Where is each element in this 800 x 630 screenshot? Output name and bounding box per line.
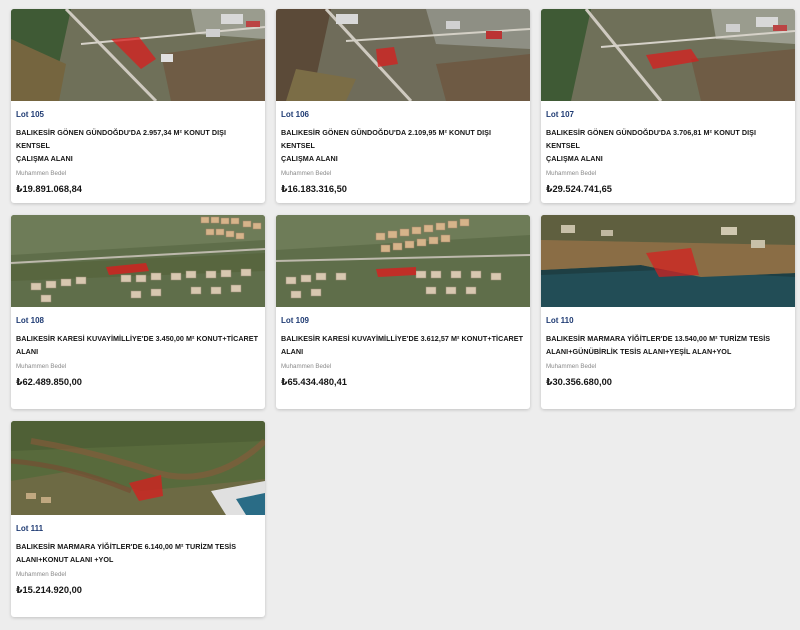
lot-number: Lot 105 <box>16 110 45 119</box>
lot-price: ₺15.214.920,00 <box>16 585 82 595</box>
lot-image[interactable] <box>11 421 265 515</box>
lot-grid: Lot 105 BALIKESİR GÖNEN GÜNDOĞDU'DA 2.95… <box>0 0 800 630</box>
price-label: Muhammen Bedel <box>281 170 332 177</box>
price-label: Muhammen Bedel <box>16 571 67 578</box>
lot-image[interactable] <box>276 215 530 307</box>
lot-number: Lot 106 <box>281 110 310 119</box>
lot-card-106[interactable]: Lot 106 BALIKESİR GÖNEN GÜNDOĞDU'DA 2.10… <box>276 9 530 203</box>
lot-number: Lot 108 <box>16 316 45 325</box>
price-label: Muhammen Bedel <box>16 170 67 177</box>
lot-title: BALIKESİR GÖNEN GÜNDOĞDU'DA 3.706,81 M² … <box>546 128 757 163</box>
price-label: Muhammen Bedel <box>16 363 67 370</box>
lot-card-107[interactable]: Lot 107 BALIKESİR GÖNEN GÜNDOĞDU'DA 3.70… <box>541 9 795 203</box>
lot-image[interactable] <box>11 215 265 307</box>
price-label: Muhammen Bedel <box>281 363 332 370</box>
lot-price: ₺16.183.316,50 <box>281 184 347 194</box>
price-label: Muhammen Bedel <box>546 363 597 370</box>
lot-title: BALIKESİR GÖNEN GÜNDOĞDU'DA 2.957,34 M² … <box>16 128 227 163</box>
lot-image[interactable] <box>276 9 530 101</box>
lot-title: BALIKESİR KARESİ KUVAYİMİLLİYE'DE 3.612,… <box>281 334 524 356</box>
lot-price: ₺29.524.741,65 <box>546 184 612 194</box>
lot-card-111[interactable]: Lot 111 BALIKESİR MARMARA YİĞİTLER'DE 6.… <box>11 421 265 617</box>
lot-title: BALIKESİR MARMARA YİĞİTLER'DE 6.140,00 M… <box>16 542 237 564</box>
lot-number: Lot 110 <box>546 316 574 325</box>
lot-card-105[interactable]: Lot 105 BALIKESİR GÖNEN GÜNDOĞDU'DA 2.95… <box>11 9 265 203</box>
lot-number: Lot 107 <box>546 110 575 119</box>
lot-number: Lot 111 <box>16 524 44 533</box>
lot-image[interactable] <box>541 215 795 307</box>
lot-card-108[interactable]: Lot 108 BALIKESİR KARESİ KUVAYİMİLLİYE'D… <box>11 215 265 409</box>
price-label: Muhammen Bedel <box>546 170 597 177</box>
lot-card-109[interactable]: Lot 109 BALIKESİR KARESİ KUVAYİMİLLİYE'D… <box>276 215 530 409</box>
lot-price: ₺19.891.068,84 <box>16 184 82 194</box>
lot-price: ₺65.434.480,41 <box>281 377 347 387</box>
lot-card-110[interactable]: Lot 110 BALIKESİR MARMARA YİĞİTLER'DE 13… <box>541 215 795 409</box>
lot-title: BALIKESİR GÖNEN GÜNDOĞDU'DA 2.109,95 M² … <box>281 128 492 163</box>
lot-price: ₺30.356.680,00 <box>546 377 612 387</box>
lot-image[interactable] <box>541 9 795 101</box>
lot-number: Lot 109 <box>281 316 310 325</box>
lot-price: ₺62.489.850,00 <box>16 377 82 387</box>
lot-title: BALIKESİR MARMARA YİĞİTLER'DE 13.540,00 … <box>546 334 771 356</box>
lot-image[interactable] <box>11 9 265 101</box>
lot-title: BALIKESİR KARESİ KUVAYİMİLLİYE'DE 3.450,… <box>16 334 259 356</box>
